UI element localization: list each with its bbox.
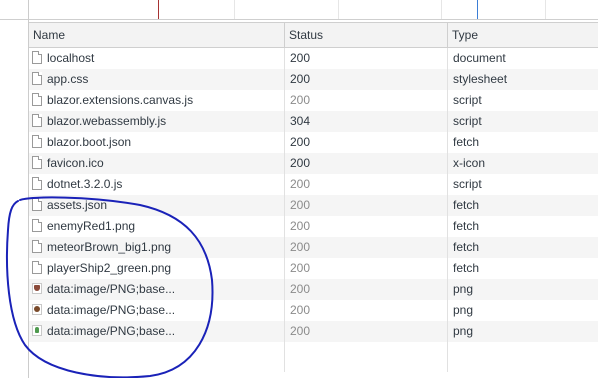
request-status-cell: 200	[284, 153, 447, 174]
table-body: localhost 200 document app.css 200 stylesheet…	[29, 48, 598, 342]
request-status-cell: 304	[284, 111, 447, 132]
table-row[interactable]: data:image/PNG;base... 200 png	[29, 300, 598, 321]
overview-gridline	[545, 0, 546, 19]
request-type-cell: fetch	[447, 216, 598, 237]
request-status-cell: 200	[284, 195, 447, 216]
overview-gridline	[338, 0, 339, 19]
request-status-cell: 200	[284, 258, 447, 279]
request-name: blazor.webassembly.js	[47, 114, 167, 128]
file-icon	[32, 219, 42, 233]
table-row[interactable]: blazor.boot.json 200 fetch	[29, 132, 598, 153]
request-name-cell[interactable]: data:image/PNG;base...	[29, 300, 284, 321]
request-name-cell[interactable]: data:image/PNG;base...	[29, 279, 284, 300]
enemy-thumbnail-icon	[32, 283, 42, 295]
file-icon	[32, 261, 42, 275]
request-name: playerShip2_green.png	[47, 261, 172, 275]
request-type-cell: png	[447, 321, 598, 342]
request-status-cell: 200	[284, 321, 447, 342]
file-icon	[32, 240, 42, 254]
table-row[interactable]: playerShip2_green.png 200 fetch	[29, 258, 598, 279]
request-name: favicon.ico	[47, 156, 104, 170]
overview-gridline	[441, 0, 442, 19]
request-type-cell: fetch	[447, 132, 598, 153]
table-empty-area	[29, 342, 598, 372]
request-status-cell: 200	[284, 216, 447, 237]
table-row[interactable]: blazor.webassembly.js 304 script	[29, 111, 598, 132]
request-type-cell: script	[447, 174, 598, 195]
table-row[interactable]: dotnet.3.2.0.js 200 script	[29, 174, 598, 195]
request-name: app.css	[47, 72, 89, 86]
timeline-overview[interactable]	[0, 0, 598, 20]
request-name-cell[interactable]: dotnet.3.2.0.js	[29, 174, 284, 195]
request-name: blazor.boot.json	[47, 135, 132, 149]
request-name: blazor.extensions.canvas.js	[47, 93, 194, 107]
column-header-name[interactable]: Name	[29, 23, 284, 47]
request-status-cell: 200	[284, 90, 447, 111]
request-type-cell: fetch	[447, 237, 598, 258]
request-type-cell: document	[447, 48, 598, 69]
table-row[interactable]: favicon.ico 200 x-icon	[29, 153, 598, 174]
request-type-cell: stylesheet	[447, 69, 598, 90]
request-name: data:image/PNG;base...	[47, 303, 176, 317]
request-status-cell: 200	[284, 237, 447, 258]
request-name-cell[interactable]: meteorBrown_big1.png	[29, 237, 284, 258]
table-row[interactable]: assets.json 200 fetch	[29, 195, 598, 216]
file-icon	[32, 72, 42, 86]
load-event-marker	[158, 0, 159, 19]
request-name-cell[interactable]: data:image/PNG;base...	[29, 321, 284, 342]
file-icon	[32, 114, 42, 128]
request-name: data:image/PNG;base...	[47, 282, 176, 296]
file-icon	[32, 93, 42, 107]
request-status-cell: 200	[284, 174, 447, 195]
request-name-cell[interactable]: favicon.ico	[29, 153, 284, 174]
requests-table: Name Status Type localhost 200 document app…	[29, 22, 598, 372]
request-name: enemyRed1.png	[47, 219, 136, 233]
request-name-cell[interactable]: playerShip2_green.png	[29, 258, 284, 279]
request-type-cell: png	[447, 279, 598, 300]
file-icon	[32, 198, 42, 212]
request-type-cell: fetch	[447, 258, 598, 279]
request-status-cell: 200	[284, 279, 447, 300]
table-row[interactable]: blazor.extensions.canvas.js 200 script	[29, 90, 598, 111]
request-type-cell: png	[447, 300, 598, 321]
request-status-cell: 200	[284, 69, 447, 90]
request-name: assets.json	[47, 198, 108, 212]
request-name-cell[interactable]: localhost	[29, 48, 284, 69]
request-name: meteorBrown_big1.png	[47, 240, 172, 254]
request-status-cell: 200	[284, 48, 447, 69]
column-header-status[interactable]: Status	[284, 23, 447, 47]
table-row[interactable]: meteorBrown_big1.png 200 fetch	[29, 237, 598, 258]
file-icon	[32, 156, 42, 170]
table-row[interactable]: localhost 200 document	[29, 48, 598, 69]
request-type-cell: script	[447, 111, 598, 132]
file-icon	[32, 135, 42, 149]
request-name: data:image/PNG;base...	[47, 324, 176, 338]
ship-thumbnail-icon	[32, 325, 42, 337]
request-name: localhost	[47, 51, 95, 65]
request-name-cell[interactable]: enemyRed1.png	[29, 216, 284, 237]
file-icon	[32, 51, 42, 65]
table-row[interactable]: data:image/PNG;base... 200 png	[29, 321, 598, 342]
request-name-cell[interactable]: assets.json	[29, 195, 284, 216]
request-name-cell[interactable]: app.css	[29, 69, 284, 90]
meteor-thumbnail-icon	[32, 304, 42, 316]
request-name-cell[interactable]: blazor.boot.json	[29, 132, 284, 153]
column-header-type[interactable]: Type	[447, 23, 598, 47]
table-header: Name Status Type	[29, 22, 598, 48]
request-name-cell[interactable]: blazor.webassembly.js	[29, 111, 284, 132]
request-status-cell: 200	[284, 132, 447, 153]
file-icon	[32, 177, 42, 191]
request-type-cell: script	[447, 90, 598, 111]
overview-gridline	[234, 0, 235, 19]
table-row[interactable]: app.css 200 stylesheet	[29, 69, 598, 90]
request-type-cell: fetch	[447, 195, 598, 216]
request-type-cell: x-icon	[447, 153, 598, 174]
request-status-cell: 200	[284, 300, 447, 321]
request-name-cell[interactable]: blazor.extensions.canvas.js	[29, 90, 284, 111]
table-row[interactable]: data:image/PNG;base... 200 png	[29, 279, 598, 300]
table-row[interactable]: enemyRed1.png 200 fetch	[29, 216, 598, 237]
request-name: dotnet.3.2.0.js	[47, 177, 123, 191]
dom-content-loaded-marker	[477, 0, 478, 19]
network-panel: Name Status Type localhost 200 document app…	[0, 0, 598, 378]
